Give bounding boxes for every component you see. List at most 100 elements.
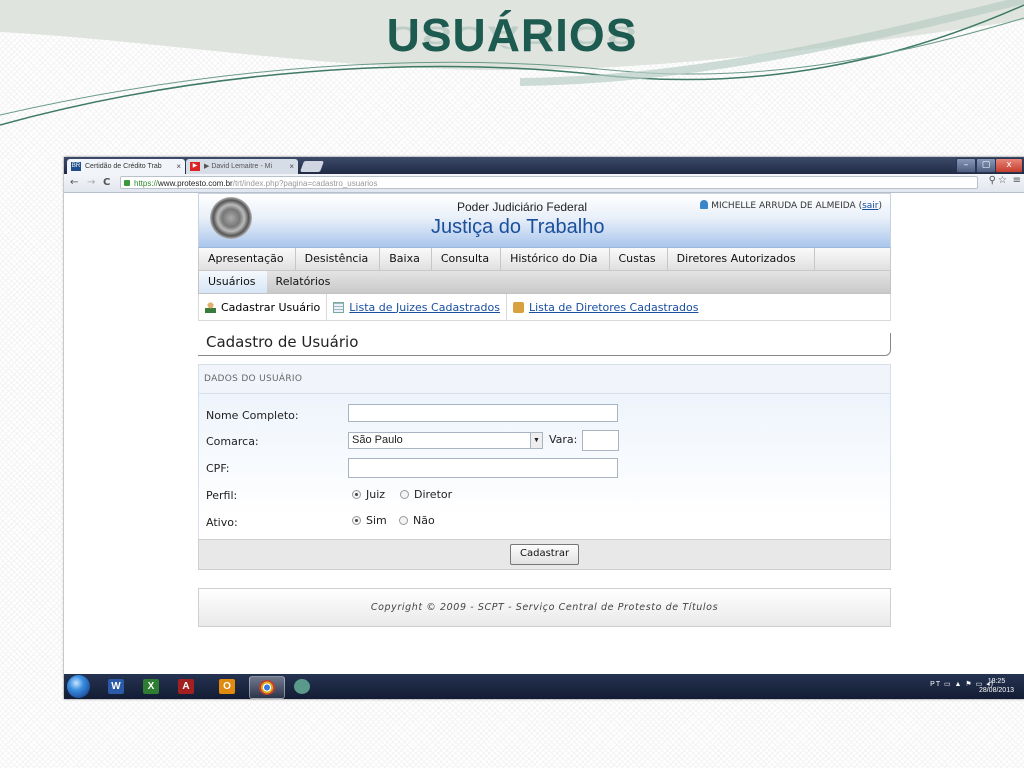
browser-toolbar: ← → C https://www.protesto.com.br/trt/in… [64, 174, 1024, 193]
radio-label: Diretor [414, 488, 453, 501]
menu-apresentacao[interactable]: Apresentação [199, 248, 296, 270]
nome-input[interactable] [348, 404, 618, 422]
coat-of-arms-logo [210, 197, 252, 239]
user-info: MICHELLE ARRUDA DE ALMEIDA (sair) [700, 200, 882, 211]
menu-baixa[interactable]: Baixa [380, 248, 432, 270]
access-icon: A [178, 679, 194, 694]
menu-usuarios[interactable]: Usuários [199, 271, 267, 293]
menu-desistencia[interactable]: Desistência [296, 248, 381, 270]
ativo-label: Ativo: [206, 516, 238, 529]
comarca-label: Comarca: [206, 435, 259, 448]
submenu-lista-diretores[interactable]: Lista de Diretores Cadastrados [507, 294, 705, 320]
vara-label: Vara: [549, 433, 578, 446]
address-bar[interactable]: https://www.protesto.com.br/trt/index.ph… [120, 176, 978, 189]
org-name: Poder Judiciário Federal [457, 200, 588, 214]
submenu-lista-juizes[interactable]: Lista de Juizes Cadastrados [327, 294, 507, 320]
taskbar-excel-button[interactable]: X [134, 676, 168, 697]
site-favicon-icon: BR [71, 162, 81, 171]
reload-icon[interactable]: C [103, 176, 110, 190]
browser-window: BR Certidão de Crédito Trab × ▶ ▶ David … [64, 157, 1024, 699]
user-add-icon [205, 301, 216, 313]
tab-label: Certidão de Crédito Trab [85, 163, 162, 170]
language-indicator: PT [930, 681, 941, 688]
zoom-icon[interactable]: ⚲ [989, 175, 996, 186]
taskbar-chrome-button[interactable] [249, 676, 285, 699]
submenu-cadastrar-usuario[interactable]: Cadastrar Usuário [199, 294, 328, 320]
site-name: Justiça do Trabalho [431, 216, 605, 238]
url-path: /trt/index.php?pagina=cadastro_usuarios [232, 179, 378, 188]
radio-label: Juiz [366, 488, 386, 501]
back-arrow-icon[interactable]: ← [70, 176, 78, 190]
logout-link[interactable]: sair [862, 201, 878, 211]
perfil-juiz-radio[interactable]: Juiz [352, 488, 385, 501]
user-name: MICHELLE ARRUDA DE ALMEIDA [711, 201, 856, 211]
list-icon [333, 301, 345, 313]
submenu-link[interactable]: Lista de Juizes Cadastrados [349, 301, 500, 314]
radio-unselected-icon [400, 490, 409, 499]
forward-arrow-icon[interactable]: → [87, 176, 95, 190]
cadastrar-button[interactable]: Cadastrar [510, 544, 580, 565]
page-footer: Copyright © 2009 - SCPT - Serviço Centra… [198, 588, 891, 627]
excel-icon: X [143, 679, 159, 694]
comarca-select[interactable]: São Paulo ▼ [348, 432, 543, 449]
chrome-menu-icon[interactable]: ≡ [1013, 175, 1021, 186]
briefcase-icon [512, 301, 524, 313]
submenu-link[interactable]: Lista de Diretores Cadastrados [529, 301, 699, 314]
clock-date: 28/08/2013 [978, 687, 1014, 694]
tab-youtube[interactable]: ▶ ▶ David Lemaitre - Mi × [186, 159, 298, 174]
secondary-menu: Usuários Relatórios [198, 271, 891, 294]
clock[interactable]: 18:25 28/08/2013 [979, 677, 1014, 695]
outlook-icon: O [219, 679, 235, 694]
chevron-down-icon: ▼ [530, 433, 542, 448]
radio-unselected-icon [399, 516, 408, 525]
radio-selected-icon [352, 490, 361, 499]
word-icon: W [108, 679, 124, 694]
vara-input[interactable] [582, 430, 619, 451]
taskbar-outlook-button[interactable]: O [210, 676, 244, 697]
url-scheme: https:// [134, 179, 159, 188]
maximize-button[interactable]: ▢ [976, 158, 996, 173]
ativo-sim-radio[interactable]: Sim [352, 514, 387, 527]
radio-selected-icon [352, 516, 361, 525]
comarca-value: São Paulo [352, 434, 403, 446]
form-title-bar: Cadastro de Usuário [198, 333, 891, 356]
logout-paren-close: ) [878, 201, 882, 211]
slide-title-reflection: USUÁRIOS [386, 20, 638, 50]
start-button[interactable] [67, 675, 90, 698]
primary-menu: Apresentação Desistência Baixa Consulta … [198, 247, 891, 271]
ativo-nao-radio[interactable]: Não [399, 514, 435, 527]
perfil-diretor-radio[interactable]: Diretor [400, 488, 452, 501]
tab-label: ▶ David Lemaitre - Mi [204, 163, 273, 170]
tab-certidao[interactable]: BR Certidão de Crédito Trab × [67, 159, 185, 174]
page-content: Poder Judiciário Federal Justiça do Trab… [198, 193, 891, 627]
menu-relatorios[interactable]: Relatórios [267, 271, 342, 293]
menu-historico[interactable]: Histórico do Dia [501, 248, 610, 270]
cpf-input[interactable] [348, 458, 618, 478]
submenu-label: Cadastrar Usuário [221, 300, 321, 314]
taskbar-word-button[interactable]: W [99, 676, 133, 697]
menu-consulta[interactable]: Consulta [432, 248, 502, 270]
menu-diretores[interactable]: Diretores Autorizados [668, 248, 815, 270]
form-actions: Cadastrar [198, 539, 891, 570]
new-tab-button[interactable] [299, 161, 325, 172]
close-window-button[interactable]: x [995, 158, 1023, 173]
perfil-label: Perfil: [206, 489, 238, 502]
close-tab-icon[interactable]: × [289, 159, 294, 174]
people-icon [294, 679, 310, 694]
close-tab-icon[interactable]: × [176, 159, 181, 174]
clock-time: 18:25 [987, 678, 1006, 685]
taskbar-people-button[interactable] [285, 676, 319, 697]
nome-label: Nome Completo: [206, 409, 299, 422]
minimize-button[interactable]: – [956, 158, 976, 173]
radio-label: Sim [366, 514, 387, 527]
menu-custas[interactable]: Custas [610, 248, 668, 270]
site-header: Poder Judiciário Federal Justiça do Trab… [198, 193, 891, 247]
lock-icon [124, 180, 130, 186]
cpf-label: CPF: [206, 462, 230, 475]
section-header: DADOS DO USUÁRIO [198, 364, 891, 394]
taskbar-access-button[interactable]: A [169, 676, 203, 697]
windows-taskbar: W X A O PT ▭ ▲ ⚑ ▭ ◂) 18:25 28/08/2013 [64, 674, 1024, 699]
youtube-favicon-icon: ▶ [190, 162, 200, 171]
user-form: Nome Completo: Comarca: São Paulo ▼ Vara… [198, 394, 891, 539]
bookmark-star-icon[interactable]: ☆ [998, 175, 1007, 186]
